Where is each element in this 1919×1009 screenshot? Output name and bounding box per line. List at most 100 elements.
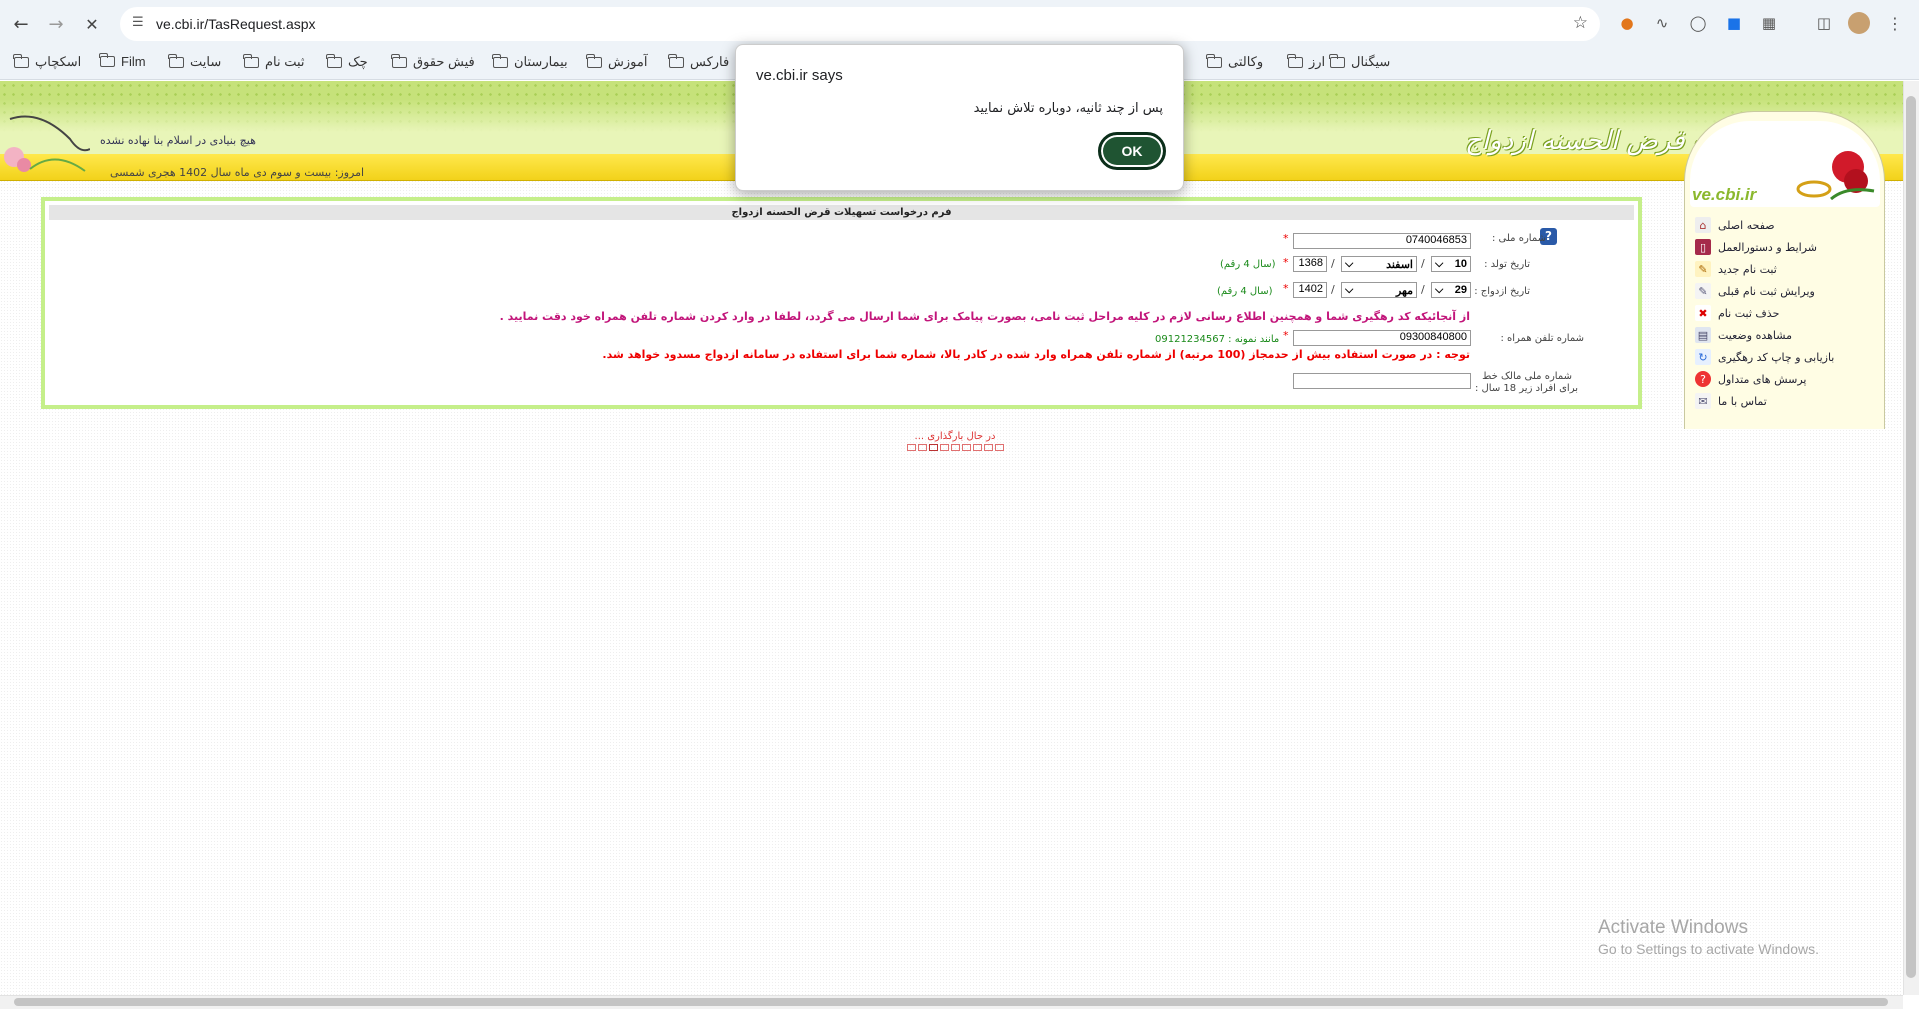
refresh-icon: ↻ (1695, 349, 1711, 365)
dialog-title: ve.cbi.ir says (756, 67, 843, 84)
bookmark-folder[interactable]: سیگنال (1329, 53, 1390, 70)
bookmark-folder[interactable]: فیش حقوق (391, 53, 475, 70)
marriage-month-select[interactable]: ⌵ مهر (1341, 282, 1417, 298)
menu-kebab-icon[interactable]: ⋮ (1884, 12, 1906, 34)
alert-dialog: ve.cbi.ir says پس از چند ثانیه، دوباره ت… (735, 44, 1184, 191)
bookmark-folder[interactable]: چک (326, 53, 368, 70)
url-text: ve.cbi.ir/TasRequest.aspx (156, 16, 316, 32)
site-info-icon[interactable]: ☰ (132, 15, 144, 30)
sms-notice: از آنجائیکه کد رهگیری شما و همچنین اطلاع… (499, 310, 1470, 323)
extensions-puzzle-icon[interactable]: ▦ (1758, 12, 1780, 34)
birth-year-input[interactable]: 1368 (1293, 256, 1327, 272)
vertical-scroll-thumb[interactable] (1906, 96, 1916, 978)
owner-id-label-age: برای افراد زیر 18 سال : (1474, 383, 1578, 394)
folder-icon (492, 53, 508, 68)
metamask-extension-icon[interactable]: ● (1616, 12, 1638, 34)
folder-icon (326, 53, 342, 68)
folder-icon (1206, 53, 1222, 68)
address-bar[interactable]: ☰ ve.cbi.ir/TasRequest.aspx ☆ (120, 7, 1600, 41)
sidebar-item-terms[interactable]: ▯ شرایط و دستورالعمل (1695, 239, 1875, 255)
shield-extension-icon[interactable]: ◯ (1687, 12, 1709, 34)
birth-date-label: تاریخ تولد : (1484, 259, 1530, 270)
folder-icon (243, 53, 259, 68)
required-star: * (1283, 232, 1289, 245)
page-content: سامانه تسهیلات قرض الحسنه ازدواج هیچ بنی… (0, 81, 1903, 995)
usage-warning: توجه : در صورت استفاده بیش از حدمجاز (10… (602, 348, 1470, 361)
windows-activation-subtitle: Go to Settings to activate Windows. (1598, 941, 1819, 957)
bookmark-folder[interactable]: آموزش (586, 53, 647, 70)
sidebar-item-tracking-code[interactable]: ↻ بازیابی و چاپ کد رهگیری (1695, 349, 1875, 365)
bookmark-folder[interactable]: بیمارستان (492, 53, 568, 70)
sidebar-item-status[interactable]: ▤ مشاهده وضعیت (1695, 327, 1875, 343)
mobile-label: شماره تلفن همراه : (1500, 333, 1584, 344)
required-star: * (1283, 282, 1289, 295)
request-form: فرم درخواست تسهیلات قرض الحسنه ازدواج ? … (41, 197, 1642, 409)
rose-rings-icon (1796, 151, 1875, 201)
owner-id-input[interactable] (1293, 373, 1471, 389)
folder-icon (1287, 53, 1303, 68)
national-id-label: شماره ملی : (1491, 233, 1546, 244)
folder-icon (13, 53, 29, 68)
loading-text: در حال بارگذاری ... (914, 431, 996, 442)
folder-icon (668, 53, 684, 68)
help-icon: ? (1695, 371, 1711, 387)
bookmark-folder[interactable]: وکالتی (1206, 53, 1263, 70)
sidebar-item-edit-register[interactable]: ✎ ویرایش ثبت نام قبلی (1695, 283, 1875, 299)
year-hint: (سال 4 رقم) (1217, 286, 1273, 297)
sidebar-item-delete-register[interactable]: ✖ حذف ثبت نام (1695, 305, 1875, 321)
status-icon: ▤ (1695, 327, 1711, 343)
folder-icon (586, 53, 602, 68)
book-icon: ▯ (1695, 239, 1711, 255)
bookmark-folder[interactable]: فارکس (668, 53, 729, 70)
home-icon: ⌂ (1695, 217, 1711, 233)
loading-progress (907, 444, 1004, 451)
sidebar-item-faq[interactable]: ? پرسش های متداول (1695, 371, 1875, 387)
birth-day-select[interactable]: ⌵ 10 (1431, 256, 1471, 272)
back-icon[interactable]: ← (7, 10, 35, 38)
marriage-year-input[interactable]: 1402 (1293, 282, 1327, 298)
folder-icon (99, 53, 115, 67)
browser-toolbar: ← → ✕ ☰ ve.cbi.ir/TasRequest.aspx ☆ ● ∿ … (0, 0, 1919, 47)
bookmark-folder[interactable]: ثبت نام (243, 53, 305, 70)
edit-icon: ✎ (1695, 261, 1711, 277)
national-id-input[interactable]: 0740046853 (1293, 233, 1471, 249)
folder-icon (168, 53, 184, 68)
slogan-text: هیچ بنیادی در اسلام بنا نهاده نشده (100, 134, 256, 147)
sidepanel-icon[interactable]: ◫ (1813, 12, 1835, 34)
year-hint: (سال 4 رقم) (1220, 259, 1276, 270)
delete-icon: ✖ (1695, 305, 1711, 321)
sidebar-item-new-register[interactable]: ✎ ثبت نام جدید (1695, 261, 1875, 277)
drop-extension-icon[interactable]: ■ (1723, 12, 1745, 34)
form-title: فرم درخواست تسهیلات قرض الحسنه ازدواج (49, 205, 1634, 220)
owner-id-label: شماره ملی مالک خط (1482, 371, 1572, 382)
mobile-sample-hint: مانند نمونه : 09121234567 (1155, 334, 1280, 345)
windows-activation-title: Activate Windows (1598, 917, 1748, 938)
profile-avatar-icon[interactable] (1848, 12, 1870, 34)
ok-button[interactable]: OK (1098, 132, 1166, 170)
horizontal-scroll-thumb[interactable] (14, 998, 1888, 1006)
required-star: * (1283, 256, 1289, 269)
bookmark-star-icon[interactable]: ☆ (1573, 13, 1588, 33)
today-date: امروز: بیست و سوم دی ماه سال 1402 هجری ش… (110, 166, 365, 179)
bookmark-folder[interactable]: ارز (1287, 53, 1325, 70)
sidebar-item-home[interactable]: ⌂ صفحه اصلی (1695, 217, 1875, 233)
sidebar-item-contact[interactable]: ✉ تماس با ما (1695, 393, 1875, 409)
required-star: * (1283, 329, 1289, 342)
bookmark-folder[interactable]: سایت (168, 53, 221, 70)
extension-icon[interactable]: ∿ (1651, 12, 1673, 34)
bookmark-folder[interactable]: اسکچاپ (13, 53, 81, 70)
folder-icon (391, 53, 407, 68)
folder-icon (1329, 53, 1345, 68)
calligraphy-flower-icon (4, 115, 90, 172)
document-edit-icon: ✎ (1695, 283, 1711, 299)
marriage-day-select[interactable]: ⌵ 29 (1431, 282, 1471, 298)
contact-icon: ✉ (1695, 393, 1711, 409)
forward-icon[interactable]: → (42, 10, 70, 38)
dialog-message: پس از چند ثانیه، دوباره تلاش نمایید (973, 101, 1163, 116)
marriage-date-label: تاریخ ازدواج : (1474, 286, 1530, 297)
mobile-input[interactable]: 09300840800 (1293, 330, 1471, 346)
bookmark-folder[interactable]: Film (99, 53, 146, 69)
site-logo[interactable]: ve.cbi.ir (1690, 121, 1880, 207)
stop-loading-icon[interactable]: ✕ (78, 10, 106, 38)
birth-month-select[interactable]: ⌵ اسفند (1341, 256, 1417, 272)
